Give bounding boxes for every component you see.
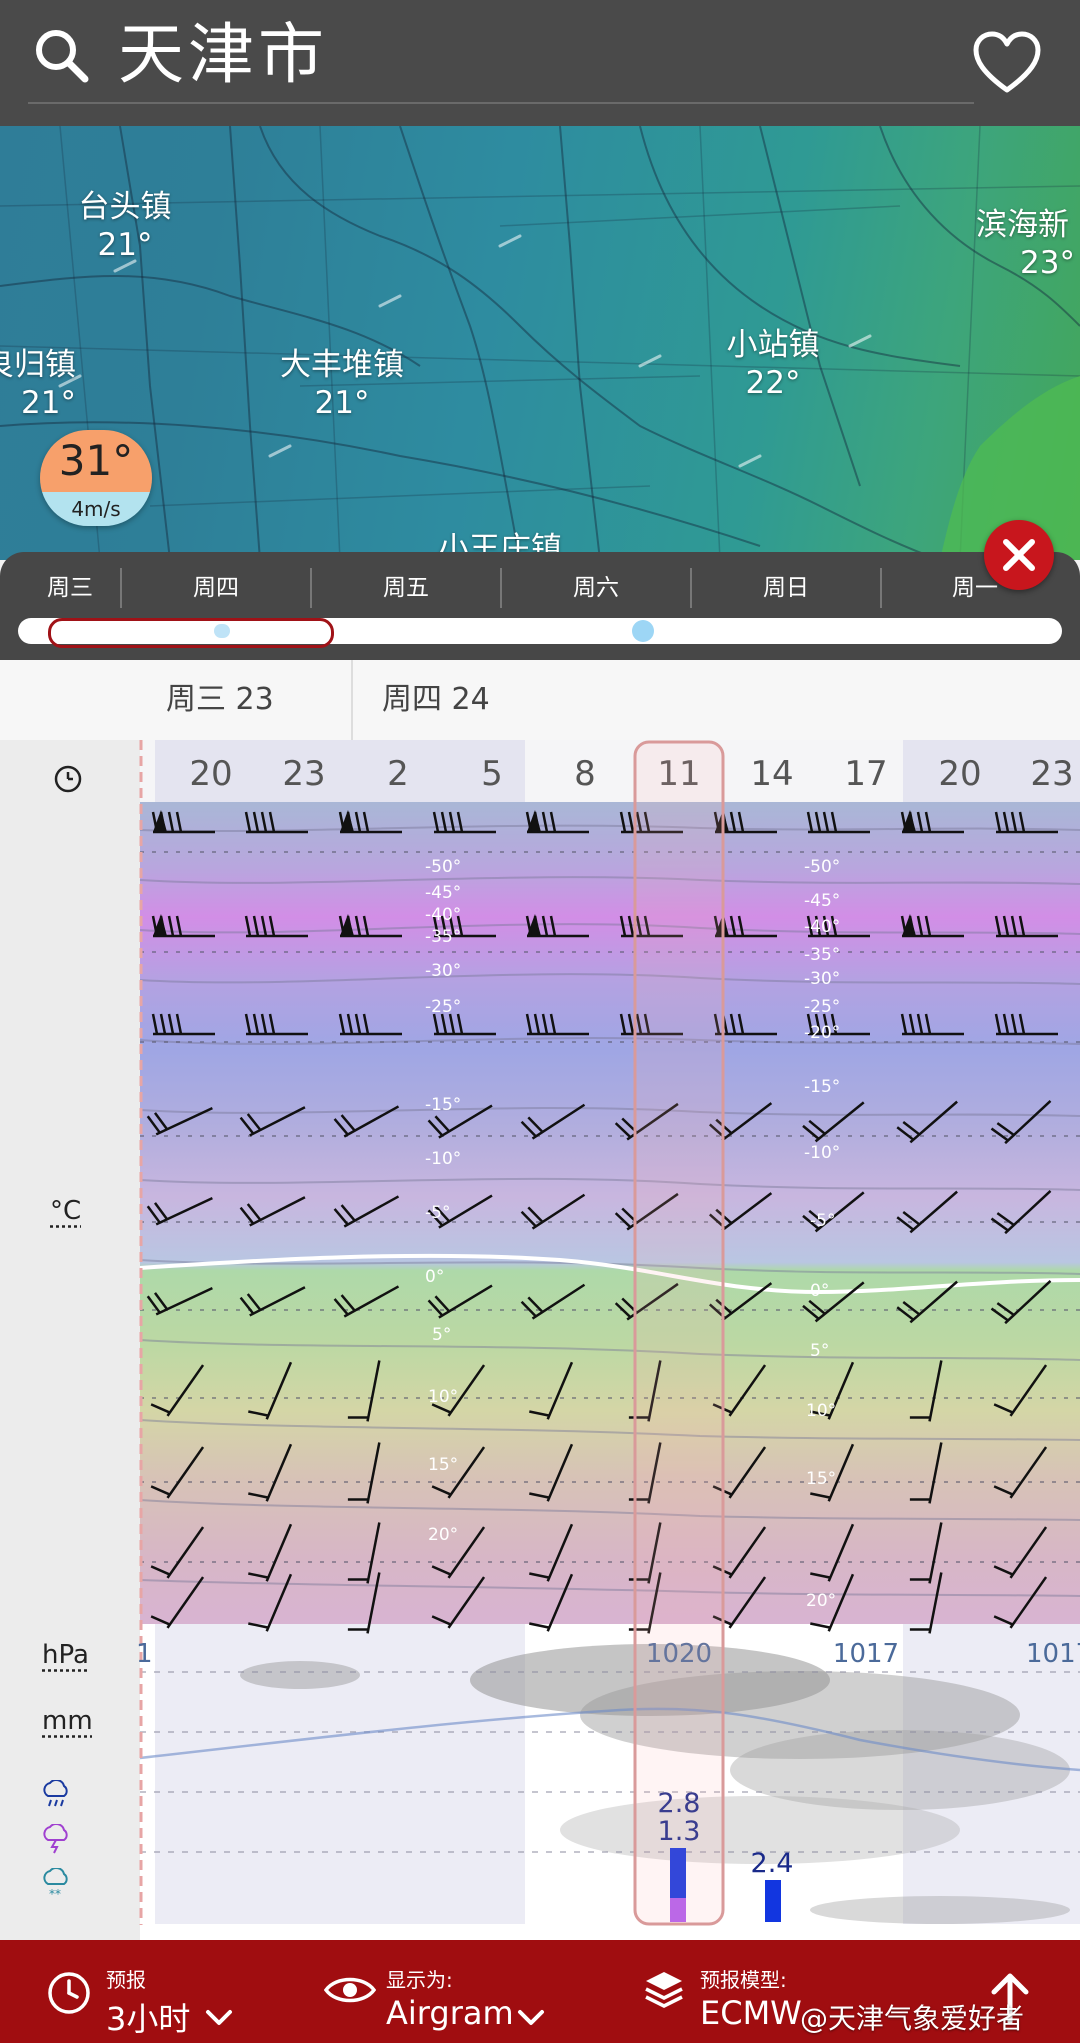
precip-bar-rain bbox=[765, 1880, 781, 1922]
favorite-heart-icon[interactable] bbox=[972, 30, 1042, 96]
isotherm-label: -25° bbox=[804, 997, 840, 1017]
pressure-label: 1017 bbox=[1026, 1639, 1080, 1669]
isotherm-label: -50° bbox=[804, 857, 840, 877]
header: 天津市 bbox=[0, 0, 1080, 126]
hour-label: 20 bbox=[938, 754, 981, 794]
isotherm-label: -35° bbox=[804, 945, 840, 965]
clock-icon bbox=[48, 1972, 90, 2014]
map-city-label: 台头镇 21° bbox=[78, 189, 172, 263]
hour-label: 5 bbox=[481, 754, 503, 794]
header-divider bbox=[28, 102, 974, 104]
current-weather-bubble[interactable]: 31° 4m/s bbox=[40, 430, 152, 526]
eye-icon bbox=[324, 1977, 376, 2003]
isotherm-label: -25° bbox=[425, 997, 461, 1017]
hour-label: 17 bbox=[844, 754, 887, 794]
isotherm-label: 15° bbox=[428, 1455, 458, 1475]
isotherm-label: 20° bbox=[428, 1525, 458, 1545]
hour-label: 20 bbox=[189, 754, 232, 794]
display-label: 显示为: bbox=[386, 1968, 453, 1992]
day-tab[interactable]: 周四 bbox=[122, 568, 310, 608]
isotherm-label: 5° bbox=[432, 1325, 451, 1345]
model-value: ECMW bbox=[700, 1994, 802, 2032]
isotherm-label: -45° bbox=[804, 891, 840, 911]
airgram-chart[interactable]: 20 23 2 5 8 11 14 17 20 23 -50° -45° -40… bbox=[0, 740, 1080, 1940]
forecast-interval-selector[interactable]: 预报 3小时 bbox=[0, 1940, 300, 2043]
chevron-down-icon bbox=[518, 2010, 544, 2025]
hour-label: 2 bbox=[387, 754, 409, 794]
hour-label: 14 bbox=[750, 754, 793, 794]
date-row: 周三 23 周四 24 bbox=[0, 660, 1080, 740]
isotherm-label: 0° bbox=[425, 1267, 444, 1287]
isotherm-label: 5° bbox=[810, 1341, 829, 1361]
display-value: Airgram bbox=[386, 1994, 514, 2032]
day-tab[interactable]: 周六 bbox=[502, 568, 690, 608]
isotherm-label: -5° bbox=[810, 1211, 835, 1231]
isotherm-label: -45° bbox=[425, 883, 461, 903]
map-city-label: 大丰堆镇 21° bbox=[280, 347, 404, 421]
day-timeline[interactable]: 周三 周四 周五 周六 周日 周一 bbox=[0, 552, 1080, 660]
layers-icon bbox=[645, 1972, 683, 2008]
forecast-label: 预报 bbox=[106, 1968, 146, 1992]
day-tab[interactable]: 周五 bbox=[312, 568, 500, 608]
isotherm-label: -40° bbox=[804, 917, 840, 937]
isotherm-label: 10° bbox=[428, 1387, 458, 1407]
model-label: 预报模型: bbox=[700, 1968, 787, 1992]
hour-label: 23 bbox=[1030, 754, 1073, 794]
timeline-selection-handle[interactable] bbox=[48, 618, 334, 648]
isotherm-label: 15° bbox=[806, 1469, 836, 1489]
isotherm-label: -35° bbox=[425, 927, 461, 947]
precip-value: 2.4 bbox=[751, 1848, 794, 1879]
isotherm-label: -5° bbox=[425, 1203, 450, 1223]
display-mode-selector[interactable]: 显示为: Airgram bbox=[310, 1940, 610, 2043]
city-title[interactable]: 天津市 bbox=[118, 14, 328, 96]
isotherm-label: -10° bbox=[804, 1143, 840, 1163]
pressure-label: 1017 bbox=[833, 1639, 899, 1669]
isotherm-label: -30° bbox=[804, 969, 840, 989]
isotherm-label: 20° bbox=[806, 1591, 836, 1611]
date-label: 周四 24 bbox=[382, 682, 490, 717]
isotherm-label: -50° bbox=[425, 857, 461, 877]
map-city-label: 良归镇21° bbox=[0, 347, 76, 421]
isotherm-label: -40° bbox=[425, 905, 461, 925]
search-icon[interactable] bbox=[32, 26, 90, 84]
isotherm-label: 10° bbox=[806, 1401, 836, 1421]
isotherm-label: -30° bbox=[425, 961, 461, 981]
day-tab[interactable]: 周日 bbox=[692, 568, 880, 608]
isotherm-label: -15° bbox=[804, 1077, 840, 1097]
hour-label: 23 bbox=[282, 754, 325, 794]
day-tab[interactable]: 周三 bbox=[20, 568, 120, 608]
date-separator bbox=[351, 660, 353, 740]
isotherm-label: -10° bbox=[425, 1149, 461, 1169]
map-city-label: 滨海新 23° bbox=[976, 207, 1075, 281]
pressure-label: 1 bbox=[136, 1639, 153, 1669]
isotherm-label: 0° bbox=[810, 1281, 829, 1301]
isotherm-label: -20° bbox=[804, 1023, 840, 1043]
day-separator bbox=[880, 568, 882, 608]
date-label: 周三 23 bbox=[166, 682, 274, 717]
close-icon bbox=[1003, 539, 1035, 571]
close-button[interactable] bbox=[984, 520, 1054, 590]
forecast-value: 3小时 bbox=[106, 2000, 191, 2038]
isotherm-label: -15° bbox=[425, 1095, 461, 1115]
map-city-label: 小站镇 22° bbox=[726, 327, 820, 401]
chevron-down-icon bbox=[206, 2010, 232, 2025]
hour-label: 8 bbox=[574, 754, 596, 794]
weather-map[interactable]: 台头镇21° 大丰堆镇21° 小站镇22° 滨海新23° 良归镇21° 小王庄镇… bbox=[0, 126, 1080, 560]
watermark-text: @天津气象爱好者 bbox=[800, 2002, 1025, 2035]
selected-time-column[interactable] bbox=[633, 740, 725, 1926]
